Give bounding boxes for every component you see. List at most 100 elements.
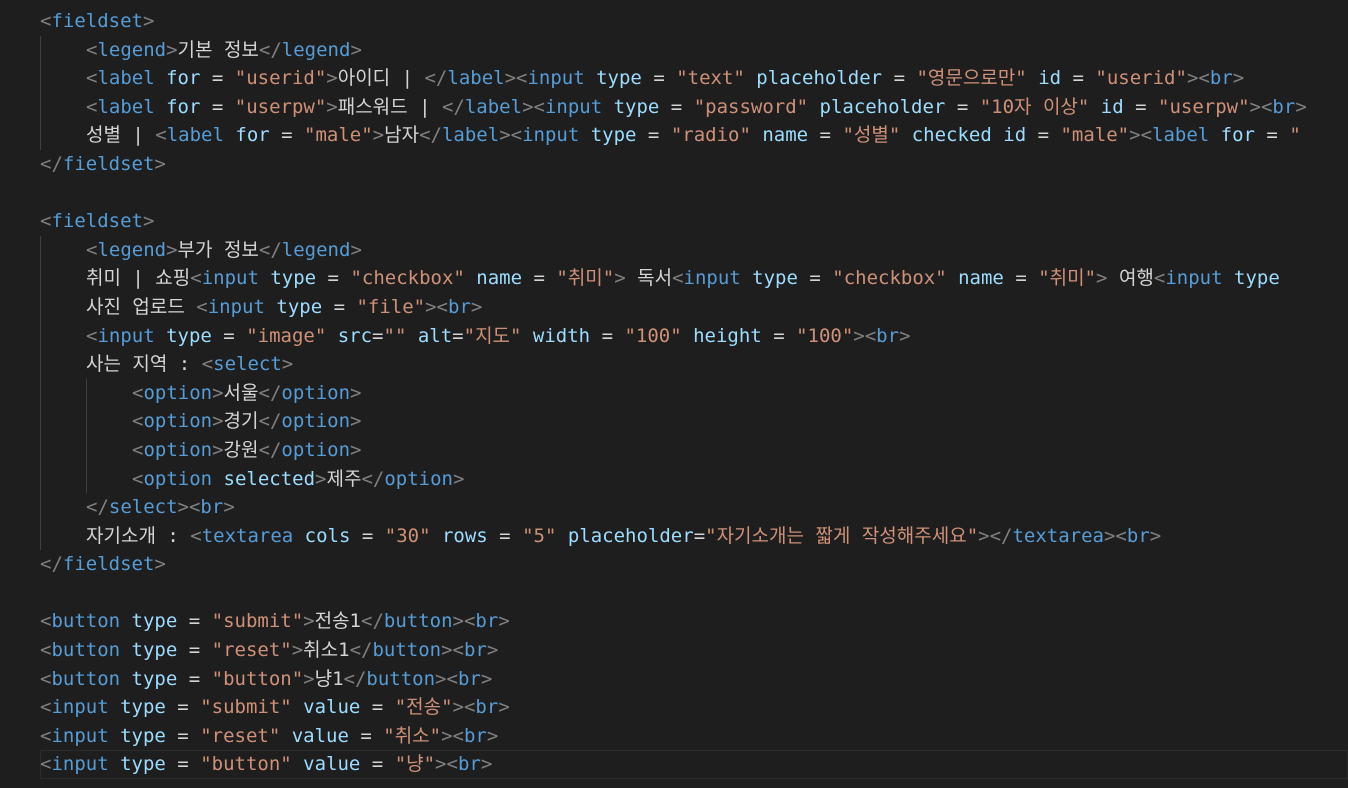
- code-token: 사진 업로드: [86, 295, 197, 318]
- code-line[interactable]: <input type = "submit" value = "전송"><br>: [40, 693, 1348, 722]
- code-token: input: [51, 696, 121, 719]
- code-token: </: [258, 38, 282, 61]
- code-token: "radio": [670, 124, 751, 147]
- code-line[interactable]: <label for = "userid">아이디 | </label><inp…: [40, 64, 1348, 93]
- code-token: 냥1: [314, 667, 344, 690]
- code-line[interactable]: 사진 업로드 <input type = "file"><br>: [40, 292, 1348, 322]
- code-token: >: [154, 553, 166, 576]
- code-token: "reset": [211, 639, 292, 662]
- code-token: 취미 | 쇼핑: [86, 267, 191, 290]
- code-token: </: [424, 67, 448, 90]
- code-line[interactable]: [40, 579, 1348, 608]
- code-token: ><: [452, 696, 476, 719]
- code-token: >: [350, 238, 362, 261]
- indent-guide: [40, 407, 86, 436]
- code-token: input: [201, 267, 271, 290]
- code-token: =: [165, 696, 201, 719]
- code-editor[interactable]: <fieldset> <legend>기본 정보</legend> <label f…: [0, 0, 1348, 788]
- code-token: "userpw": [1158, 95, 1250, 118]
- code-token: src: [337, 324, 373, 347]
- code-line[interactable]: <button type = "button">냥1</button><br>: [40, 665, 1348, 694]
- code-token: ><: [1186, 67, 1210, 90]
- code-line[interactable]: <option>서울</option>: [40, 378, 1348, 408]
- code-token: </: [258, 381, 282, 404]
- code-token: >: [899, 324, 911, 347]
- code-token: input: [522, 124, 591, 147]
- indent-guide: [40, 321, 86, 351]
- code-line[interactable]: <input type = "button" value = "냥"><br>: [40, 750, 1348, 780]
- code-token: 경기: [223, 410, 259, 433]
- code-line[interactable]: <button type = "submit">전송1</button><br>: [40, 607, 1348, 636]
- code-line[interactable]: <label for = "userpw">패스워드 | </label><in…: [40, 92, 1348, 122]
- code-line[interactable]: <option selected>제주</option>: [40, 464, 1348, 494]
- code-token: =: [372, 324, 384, 347]
- code-token: button: [51, 610, 132, 633]
- code-token: br: [463, 639, 487, 662]
- code-token: 취소1: [303, 639, 350, 662]
- code-token: ><: [1103, 524, 1127, 547]
- code-token: "전송": [394, 696, 453, 719]
- code-line[interactable]: <legend>기본 정보</legend>: [40, 35, 1348, 65]
- code-token: for: [166, 95, 201, 118]
- code-token: >: [154, 152, 166, 175]
- code-token: input: [207, 295, 277, 318]
- code-token: ><: [435, 667, 458, 690]
- code-line[interactable]: </select><br>: [40, 493, 1348, 522]
- code-token: label: [441, 124, 500, 147]
- code-token: 성별 |: [86, 124, 156, 147]
- code-token: textarea: [1012, 524, 1104, 547]
- code-token: </: [343, 667, 367, 690]
- code-token: =: [360, 753, 395, 776]
- code-token: <: [196, 295, 208, 318]
- code-line[interactable]: 성별 | <label for = "male">남자</label><inpu…: [40, 121, 1348, 150]
- code-token: >: [350, 381, 362, 404]
- code-token: ><: [1129, 124, 1153, 147]
- code-line[interactable]: </fieldset>: [40, 150, 1348, 179]
- indent-guide: [86, 378, 132, 408]
- code-lines: <fieldset> <legend>기본 정보</legend> <label f…: [40, 7, 1348, 780]
- code-line[interactable]: <fieldset>: [40, 7, 1348, 36]
- code-token: >: [212, 410, 224, 433]
- code-line[interactable]: 취미 | 쇼핑<input type = "checkbox" name = "…: [40, 264, 1348, 293]
- code-line[interactable]: <input type = "image" src="" alt="지도" wi…: [40, 321, 1348, 351]
- code-line[interactable]: 자기소개 : <textarea cols = "30" rows = "5" …: [40, 521, 1348, 551]
- code-line[interactable]: 사는 지역 : <select>: [40, 350, 1348, 379]
- code-token: type: [590, 124, 637, 147]
- code-token: ><: [441, 724, 464, 747]
- indent-guide: [86, 435, 132, 465]
- code-token: 기본 정보: [177, 38, 259, 61]
- code-line[interactable]: <option>경기</option>: [40, 407, 1348, 436]
- code-token: for: [235, 124, 270, 147]
- code-token: <: [86, 38, 98, 61]
- code-line[interactable]: [40, 179, 1348, 208]
- code-line[interactable]: <input type = "reset" value = "취소"><br>: [40, 722, 1348, 751]
- code-token: ><: [452, 610, 476, 633]
- code-line[interactable]: </fieldset>: [40, 550, 1348, 579]
- code-token: "submit": [211, 610, 304, 633]
- code-line[interactable]: <fieldset>: [40, 207, 1348, 236]
- code-token: >: [212, 381, 224, 404]
- code-token: br: [457, 667, 481, 690]
- code-token: fieldset: [62, 152, 155, 175]
- code-token: =: [452, 324, 464, 347]
- indent-guide: [40, 235, 86, 265]
- code-token: legend: [97, 38, 167, 61]
- code-token: >: [223, 496, 235, 519]
- code-token: >: [350, 438, 362, 461]
- code-line[interactable]: <legend>부가 정보</legend>: [40, 235, 1348, 265]
- code-token: <: [40, 724, 52, 747]
- code-line[interactable]: <option>강원</option>: [40, 435, 1348, 465]
- indent-guide: [40, 92, 86, 122]
- code-token: alt: [417, 324, 453, 347]
- code-token: "male": [304, 124, 373, 147]
- code-token: "10자 이상": [979, 95, 1090, 118]
- indent-guide: [86, 464, 132, 494]
- code-line[interactable]: <button type = "reset">취소1</button><br>: [40, 636, 1348, 665]
- code-token: type: [120, 696, 166, 719]
- code-token: br: [200, 496, 224, 519]
- code-token: =: [177, 639, 212, 662]
- code-token: <: [86, 67, 98, 90]
- code-token: =: [808, 124, 843, 147]
